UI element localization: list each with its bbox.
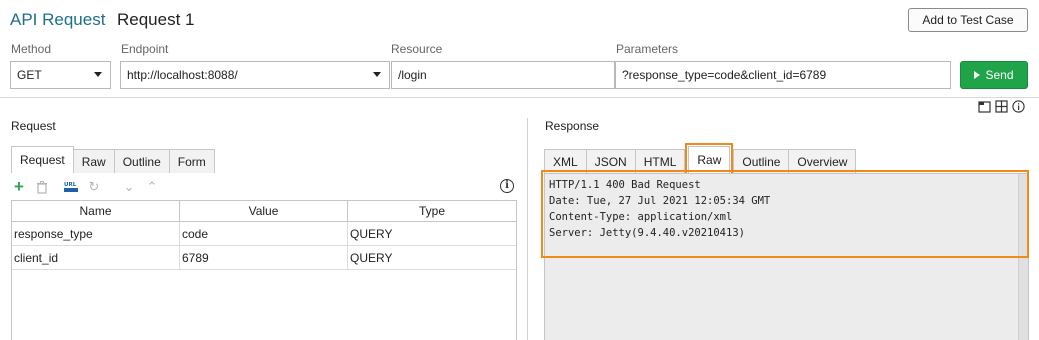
method-value: GET <box>17 68 42 82</box>
parameters-label: Parameters <box>616 42 679 56</box>
parameters-value: ?response_type=code&client_id=6789 <box>622 68 827 82</box>
column-value[interactable]: Value <box>180 201 348 221</box>
endpoint-label: Endpoint <box>121 42 169 56</box>
send-label: Send <box>985 68 1014 82</box>
param-value-cell[interactable]: 6789 <box>180 246 348 269</box>
request-name[interactable]: Request 1 <box>117 10 195 30</box>
resource-input[interactable]: /login <box>391 61 615 89</box>
add-icon[interactable]: + <box>11 177 27 196</box>
tab-request[interactable]: Request <box>11 146 74 173</box>
delete-icon[interactable] <box>34 179 50 195</box>
tab-xml[interactable]: XML <box>544 149 587 173</box>
tab-raw[interactable]: Raw <box>685 143 734 176</box>
resource-value: /login <box>398 68 427 82</box>
url-encode-icon[interactable]: URL <box>63 179 79 195</box>
param-type-cell[interactable]: QUERY <box>348 246 516 269</box>
method-label: Method <box>11 42 52 56</box>
tab-html[interactable]: HTML <box>634 149 686 173</box>
move-down-icon[interactable]: ⌄ <box>121 179 137 195</box>
grid-icon[interactable] <box>995 100 1008 113</box>
param-value-cell[interactable]: code <box>180 222 348 245</box>
method-select[interactable]: GET <box>10 61 111 89</box>
tab-json[interactable]: JSON <box>585 149 636 173</box>
view-toolbar <box>978 100 1025 113</box>
response-line: Date: Tue, 27 Jul 2021 12:05:34 GMT <box>549 195 771 207</box>
tab-form[interactable]: Form <box>168 149 215 173</box>
parameters-toolbar: + URL ↻ ⌄ ⌃ i <box>11 177 517 197</box>
refresh-icon[interactable]: ↻ <box>86 179 102 195</box>
chevron-down-icon <box>373 72 381 77</box>
panel-splitter[interactable] <box>527 118 528 340</box>
info-icon[interactable]: i <box>500 179 514 193</box>
response-section-label: Response <box>545 119 600 133</box>
move-up-icon[interactable]: ⌃ <box>144 179 160 195</box>
response-line: HTTP/1.1 400 Bad Request <box>549 179 701 191</box>
response-line: Content-Type: application/xml <box>549 211 733 223</box>
send-button[interactable]: Send <box>960 61 1028 89</box>
play-icon <box>974 71 981 79</box>
param-name-cell[interactable]: response_type <box>12 222 180 245</box>
table-row[interactable]: response_type code QUERY <box>12 222 516 246</box>
endpoint-value: http://localhost:8088/ <box>127 68 238 82</box>
table-row[interactable]: client_id 6789 QUERY <box>12 246 516 270</box>
page-title-prefix: API Request <box>10 10 106 29</box>
param-type-cell[interactable]: QUERY <box>348 222 516 245</box>
tab-overview[interactable]: Overview <box>788 149 857 173</box>
svg-text:URL: URL <box>64 182 77 188</box>
table-header: Name Value Type <box>12 200 516 222</box>
raw-response-text: HTTP/1.1 400 Bad Request Date: Tue, 27 Ju… <box>549 177 770 241</box>
response-tabs: XML JSON HTML Raw Outline Overview <box>544 143 857 176</box>
chevron-down-icon <box>94 72 102 77</box>
param-name-cell[interactable]: client_id <box>12 246 180 269</box>
add-to-test-case-button[interactable]: Add to Test Case <box>908 8 1028 32</box>
tab-outline[interactable]: Outline <box>113 149 170 173</box>
request-tabs: Request Raw Outline Form <box>11 146 215 173</box>
parameters-input[interactable]: ?response_type=code&client_id=6789 <box>615 61 951 89</box>
scrollbar[interactable] <box>1018 174 1028 340</box>
layout-icon[interactable] <box>978 100 991 113</box>
parameters-table: Name Value Type response_type code QUERY… <box>11 200 517 340</box>
tab-raw[interactable]: Raw <box>72 149 115 173</box>
endpoint-select[interactable]: http://localhost:8088/ <box>120 61 390 89</box>
info-icon[interactable] <box>1012 100 1025 113</box>
response-line: Server: Jetty(9.4.40.v20210413) <box>549 227 745 239</box>
column-name[interactable]: Name <box>12 201 180 221</box>
resource-label: Resource <box>391 42 443 56</box>
tab-outline[interactable]: Outline <box>733 149 790 173</box>
request-section-label: Request <box>11 119 56 133</box>
column-type[interactable]: Type <box>348 201 516 221</box>
header-divider <box>0 97 1039 98</box>
